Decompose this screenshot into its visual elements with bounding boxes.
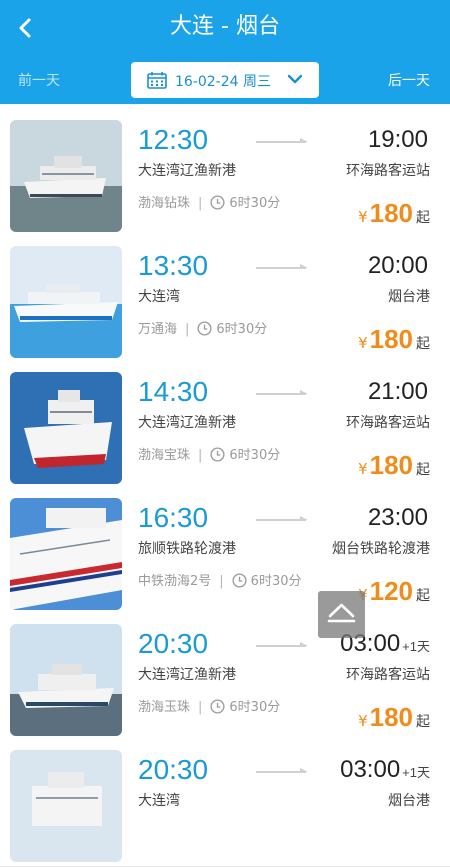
- arrow-up-icon: [327, 603, 356, 623]
- departure-port: 旅顺铁路轮渡港: [138, 541, 236, 557]
- ship-photo: [10, 120, 122, 232]
- arrow-right-icon: [256, 264, 308, 269]
- departure-time: 14:30: [138, 376, 209, 407]
- sailing-row[interactable]: 20:30 大连湾辽渔新港 03:00 +1天 环海路客运站 渤海玉珠 | 6时30分…: [0, 614, 450, 741]
- price: ¥180 起: [358, 324, 430, 354]
- departure-time: 20:30: [138, 628, 209, 659]
- sailing-row[interactable]: 16:30 旅顺铁路轮渡港 23:00 烟台铁路轮渡港 中铁渤海2号 | 6时30分…: [0, 488, 450, 615]
- ship-name: 渤海钻珠: [138, 196, 191, 211]
- sailing-row[interactable]: 14:30 大连湾辽渔新港 21:00 环海路客运站 渤海宝珠 | 6时30分 ¥1…: [0, 362, 450, 489]
- ship-photo: [10, 498, 122, 610]
- duration: 6时30分: [216, 322, 268, 337]
- departure-port: 大连湾: [138, 793, 180, 809]
- duration: 6时30分: [229, 196, 281, 211]
- arrival-time: 03:00 +1天: [340, 756, 430, 783]
- arrow-right-icon: [256, 642, 308, 647]
- clock-icon: [197, 321, 212, 336]
- date-selector[interactable]: 16-02-24 周三: [131, 62, 319, 98]
- departure-port: 大连湾辽渔新港: [138, 667, 236, 683]
- sailing-info: 渤海钻珠 | 6时30分: [138, 195, 281, 211]
- arrival-port: 环海路客运站: [346, 667, 430, 683]
- clock-icon: [232, 573, 247, 588]
- price: ¥180 起: [358, 702, 430, 732]
- departure-time: 13:30: [138, 250, 209, 281]
- ship-name: 万通海: [138, 322, 178, 337]
- top-bar: 大连 - 烟台 前一天 16-02-24 周三 后一天: [0, 0, 450, 104]
- duration: 6时30分: [229, 448, 281, 463]
- sailing-info: 中铁渤海2号 | 6时30分: [138, 573, 302, 589]
- arrival-time: 19:00: [367, 126, 428, 153]
- duration: 6时30分: [229, 700, 281, 715]
- arrival-port: 烟台港: [388, 793, 430, 809]
- arrival-port: 烟台港: [388, 289, 430, 305]
- next-day-button[interactable]: 后一天: [388, 70, 430, 90]
- page-title: 大连 - 烟台: [170, 14, 280, 39]
- ship-name: 中铁渤海2号: [138, 574, 212, 589]
- arrow-right-icon: [256, 390, 308, 395]
- clock-icon: [210, 195, 225, 210]
- arrow-right-icon: [256, 768, 308, 773]
- departure-time: 12:30: [138, 124, 209, 155]
- arrival-port: 烟台铁路轮渡港: [332, 541, 430, 557]
- sailing-row[interactable]: 13:30 大连湾 20:00 烟台港 万通海 | 6时30分 ¥180 起: [0, 236, 450, 363]
- departure-port: 大连湾: [138, 289, 180, 305]
- ship-photo: [10, 624, 122, 736]
- departure-port: 大连湾辽渔新港: [138, 163, 236, 179]
- ship-name: 渤海宝珠: [138, 448, 191, 463]
- sailing-info: 渤海玉珠 | 6时30分: [138, 699, 281, 715]
- chevron-down-icon: [288, 74, 302, 84]
- arrow-right-icon: [256, 516, 308, 521]
- price: ¥180 起: [358, 450, 430, 480]
- departure-time: 20:30: [138, 754, 209, 785]
- selected-date: 16-02-24 周三: [175, 74, 271, 90]
- sailing-row[interactable]: 12:30 大连湾辽渔新港 19:00 环海路客运站 渤海钻珠 | 6时30分 ¥1…: [0, 110, 450, 237]
- price: ¥120起: [358, 576, 430, 606]
- sailing-info: 万通海 | 6时30分: [138, 321, 268, 337]
- clock-icon: [210, 699, 225, 714]
- calendar-icon: [147, 72, 167, 89]
- arrival-time: 23:00: [367, 504, 428, 531]
- ship-photo: [10, 372, 122, 484]
- price: ¥180 起: [358, 198, 430, 228]
- arrival-time: 20:00: [367, 252, 428, 279]
- sailing-info: 渤海宝珠 | 6时30分: [138, 447, 281, 463]
- arrival-time: 21:00: [367, 378, 428, 405]
- arrow-right-icon: [256, 138, 308, 143]
- duration: 6时30分: [250, 574, 302, 589]
- back-to-top-button[interactable]: [318, 591, 365, 638]
- prev-day-button[interactable]: 前一天: [18, 70, 60, 90]
- arrival-port: 环海路客运站: [346, 163, 430, 179]
- clock-icon: [210, 447, 225, 462]
- ship-photo: [10, 246, 122, 358]
- sailing-row[interactable]: 20:30 大连湾 03:00 +1天 烟台港: [0, 740, 450, 867]
- ship-name: 渤海玉珠: [138, 700, 191, 715]
- ship-photo: [10, 750, 122, 862]
- departure-time: 16:30: [138, 502, 209, 533]
- departure-port: 大连湾辽渔新港: [138, 415, 236, 431]
- arrival-port: 环海路客运站: [346, 415, 430, 431]
